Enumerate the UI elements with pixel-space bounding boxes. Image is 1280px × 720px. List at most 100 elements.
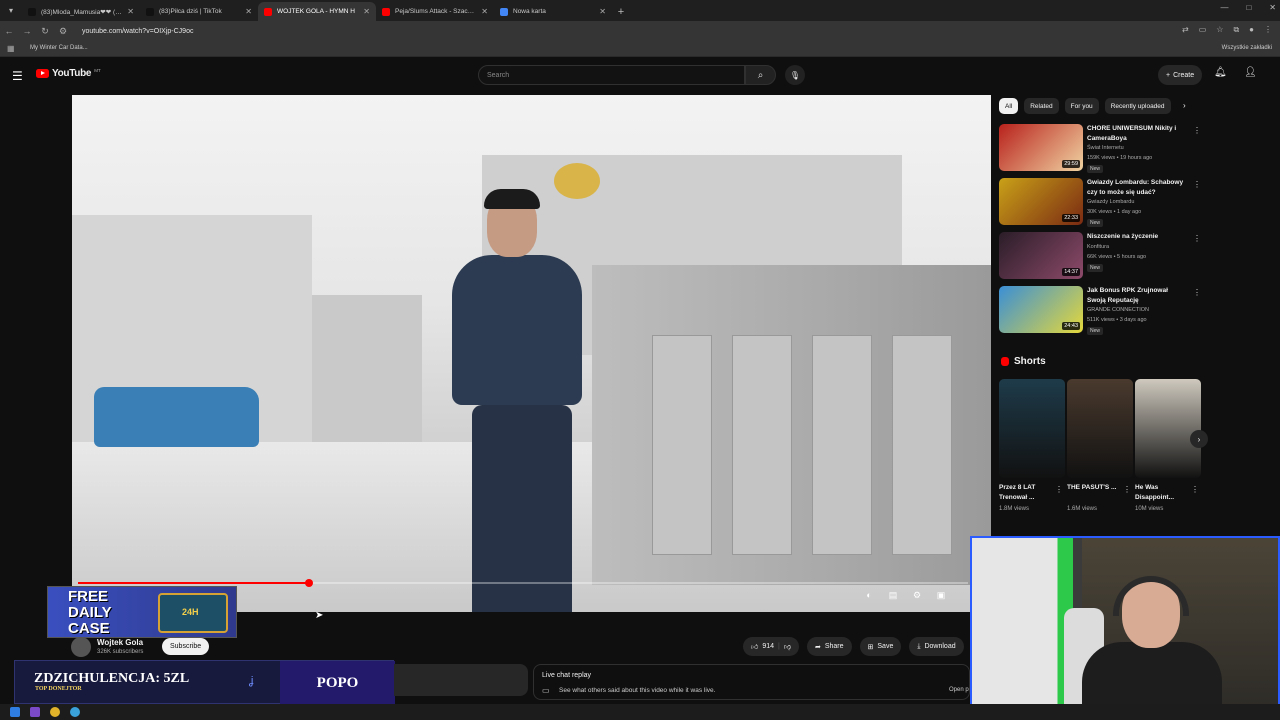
short-thumbnail[interactable] bbox=[999, 379, 1065, 478]
save-button[interactable]: ⊞ Save bbox=[859, 637, 902, 656]
short-thumbnail[interactable] bbox=[1067, 379, 1133, 478]
short-title[interactable]: He Was Disappoint... bbox=[1135, 483, 1191, 502]
like-button[interactable]: 👍︎ 914 | 👎︎ bbox=[743, 637, 799, 656]
microphone-icon[interactable]: 🎙︎ bbox=[785, 65, 805, 85]
more-options-icon[interactable]: ⋮ bbox=[1123, 485, 1131, 494]
maximize-icon[interactable]: □ bbox=[1246, 3, 1251, 12]
chevron-right-icon[interactable]: › bbox=[1183, 101, 1186, 110]
free-daily-case-ad[interactable]: FREE DAILY CASE 24H bbox=[47, 586, 237, 638]
account-avatar-icon[interactable]: 👤︎ bbox=[1244, 67, 1257, 78]
app-icon[interactable] bbox=[70, 707, 80, 717]
more-options-icon[interactable]: ⋮ bbox=[1193, 288, 1201, 297]
subscribe-button[interactable]: Subscribe bbox=[162, 638, 210, 655]
browser-tab[interactable]: WOJTEK GOLA - HYMN H ✕ bbox=[258, 2, 376, 21]
miniplayer-icon[interactable]: ▣ bbox=[934, 590, 948, 601]
browser-menu-icon[interactable]: ⋮ bbox=[1264, 25, 1272, 35]
open-panel-button[interactable]: Open p bbox=[949, 687, 969, 693]
video-title[interactable]: Jak Bonus RPK Zrujnował Swoją Reputację bbox=[1087, 286, 1187, 305]
video-thumbnail[interactable]: 24:43 bbox=[999, 286, 1083, 333]
settings-gear-icon[interactable]: ⚙ bbox=[910, 590, 924, 601]
video-thumbnail[interactable]: 22:33 bbox=[999, 178, 1083, 225]
reload-icon[interactable]: ↻ bbox=[36, 26, 54, 37]
more-options-icon[interactable]: ⋮ bbox=[1193, 126, 1201, 135]
forward-icon[interactable]: → bbox=[18, 26, 36, 36]
youtube-logo[interactable]: YouTube MT bbox=[36, 68, 101, 79]
video-title[interactable]: Gwiazdy Lombardu: Schabowy czy to może s… bbox=[1087, 178, 1187, 197]
browser-tab[interactable]: Nowa karta ✕ bbox=[494, 2, 612, 21]
recommended-video[interactable]: 24:43 Jak Bonus RPK Zrujnował Swoją Reput… bbox=[999, 286, 1201, 336]
video-channel[interactable]: GRANDE CONNECTION bbox=[1087, 307, 1149, 313]
windows-start-icon[interactable] bbox=[10, 707, 20, 717]
app-icon[interactable] bbox=[30, 707, 40, 717]
site-info-icon[interactable]: ⚙ bbox=[54, 26, 72, 37]
autoplay-toggle-icon[interactable]: ◐ bbox=[862, 590, 876, 601]
recommended-video[interactable]: 22:33 Gwiazdy Lombardu: Schabowy czy to m… bbox=[999, 178, 1201, 228]
short-title[interactable]: THE PASUT'S ... bbox=[1067, 483, 1123, 493]
recommended-video[interactable]: 29:59 CHORE UNIWERSUM Nikity i CameraBoya… bbox=[999, 124, 1201, 174]
channel-avatar[interactable] bbox=[71, 637, 91, 657]
video-progress-bar[interactable] bbox=[78, 579, 968, 587]
short-thumbnail[interactable] bbox=[1135, 379, 1201, 478]
short-item[interactable]: THE PASUT'S ... 1.6M views ⋮ bbox=[1067, 379, 1133, 512]
short-item[interactable]: Przez 8 LAT Trenował ... 1.8M views ⋮ bbox=[999, 379, 1065, 512]
download-button[interactable]: ⤓ Download bbox=[909, 637, 964, 656]
video-channel[interactable]: Konfitura bbox=[1087, 244, 1109, 250]
video-title[interactable]: CHORE UNIWERSUM Nikity i CameraBoya bbox=[1087, 124, 1187, 143]
close-tab-icon[interactable]: ✕ bbox=[127, 7, 134, 16]
new-tab-button[interactable]: + bbox=[612, 2, 630, 21]
chip-related[interactable]: Related bbox=[1024, 98, 1059, 114]
chip-all[interactable]: All bbox=[999, 98, 1019, 114]
extensions-icon[interactable]: ⧉ bbox=[1233, 25, 1239, 35]
thumbs-down-icon[interactable]: 👎︎ bbox=[784, 642, 791, 651]
video-channel[interactable]: Świat Internetu bbox=[1087, 145, 1124, 151]
minimize-icon[interactable]: — bbox=[1220, 3, 1228, 12]
channel-name[interactable]: Wojtek Gola bbox=[97, 638, 143, 647]
shorts-next-icon[interactable]: › bbox=[1190, 430, 1208, 448]
subtitles-icon[interactable]: ▤ bbox=[886, 590, 900, 601]
video-thumbnail[interactable]: 29:59 bbox=[999, 124, 1083, 171]
more-options-icon[interactable]: ⋮ bbox=[1191, 485, 1199, 494]
back-icon[interactable]: ← bbox=[0, 26, 18, 36]
close-tab-icon[interactable]: ✕ bbox=[363, 7, 370, 16]
close-tab-icon[interactable]: ✕ bbox=[245, 7, 252, 16]
chip-for-you[interactable]: For you bbox=[1064, 98, 1099, 114]
more-options-icon[interactable]: ⋮ bbox=[1193, 234, 1201, 243]
video-title[interactable]: Niszczenie na życzenie bbox=[1087, 232, 1187, 242]
create-button[interactable]: + Create bbox=[1158, 65, 1203, 85]
search-input[interactable]: Search bbox=[478, 65, 745, 85]
short-title[interactable]: Przez 8 LAT Trenował ... bbox=[999, 483, 1055, 502]
browser-tab[interactable]: (83)Mloda_Mamusia❤❤ (@mam ✕ bbox=[22, 2, 140, 21]
close-window-icon[interactable]: ✕ bbox=[1269, 3, 1276, 12]
search-icon[interactable]: ⌕ bbox=[745, 65, 776, 85]
more-options-icon[interactable]: ⋮ bbox=[1055, 485, 1063, 494]
browser-tab[interactable]: (83)Piłca dziś | TikTok ✕ bbox=[140, 2, 258, 21]
recommended-video[interactable]: 14:37 Niszczenie na życzenie Konfitura 66K … bbox=[999, 232, 1201, 282]
blue-pickup-truck bbox=[94, 387, 259, 447]
profile-icon[interactable]: ● bbox=[1249, 25, 1254, 35]
share-icon: ➦ bbox=[814, 643, 821, 651]
notifications-bell-icon[interactable]: 🔔︎ bbox=[1214, 67, 1227, 78]
video-thumbnail[interactable]: 14:37 bbox=[999, 232, 1083, 279]
chrome-icon[interactable] bbox=[50, 707, 60, 717]
chip-recently-uploaded[interactable]: Recently uploaded bbox=[1104, 98, 1171, 114]
url-field[interactable]: youtube.com/watch?v=OIXjp-CJ9oc bbox=[82, 28, 193, 35]
short-item[interactable]: He Was Disappoint... 10M views ⋮ bbox=[1135, 379, 1201, 512]
short-views: 1.8M views bbox=[999, 506, 1030, 512]
hamburger-menu-icon[interactable]: ☰ bbox=[12, 69, 23, 83]
bookmark-star-icon[interactable]: ☆ bbox=[1216, 25, 1223, 35]
apps-grid-icon[interactable]: ▦ bbox=[7, 44, 15, 53]
live-chat-replay[interactable]: Live chat replay ▭ See what others said … bbox=[533, 664, 970, 700]
all-bookmarks-link[interactable]: Wszystkie zakładki bbox=[1222, 45, 1272, 51]
bookmark-item[interactable]: My Winter Car Data... bbox=[30, 45, 88, 51]
browser-tab[interactable]: Peja/Slums Attack - Szacunek ✕ bbox=[376, 2, 494, 21]
video-channel[interactable]: Gwiazdy Lombardu bbox=[1087, 199, 1134, 205]
description-box[interactable] bbox=[394, 664, 528, 696]
video-player[interactable] bbox=[72, 95, 991, 612]
close-tab-icon[interactable]: ✕ bbox=[599, 7, 606, 16]
tab-search-icon[interactable]: ▾ bbox=[0, 0, 22, 21]
cast-icon[interactable]: ▭ bbox=[1199, 25, 1207, 35]
close-tab-icon[interactable]: ✕ bbox=[481, 7, 488, 16]
share-button[interactable]: ➦ Share bbox=[806, 637, 852, 656]
translate-icon[interactable]: ⇄ bbox=[1182, 25, 1189, 35]
more-options-icon[interactable]: ⋮ bbox=[1193, 180, 1201, 189]
